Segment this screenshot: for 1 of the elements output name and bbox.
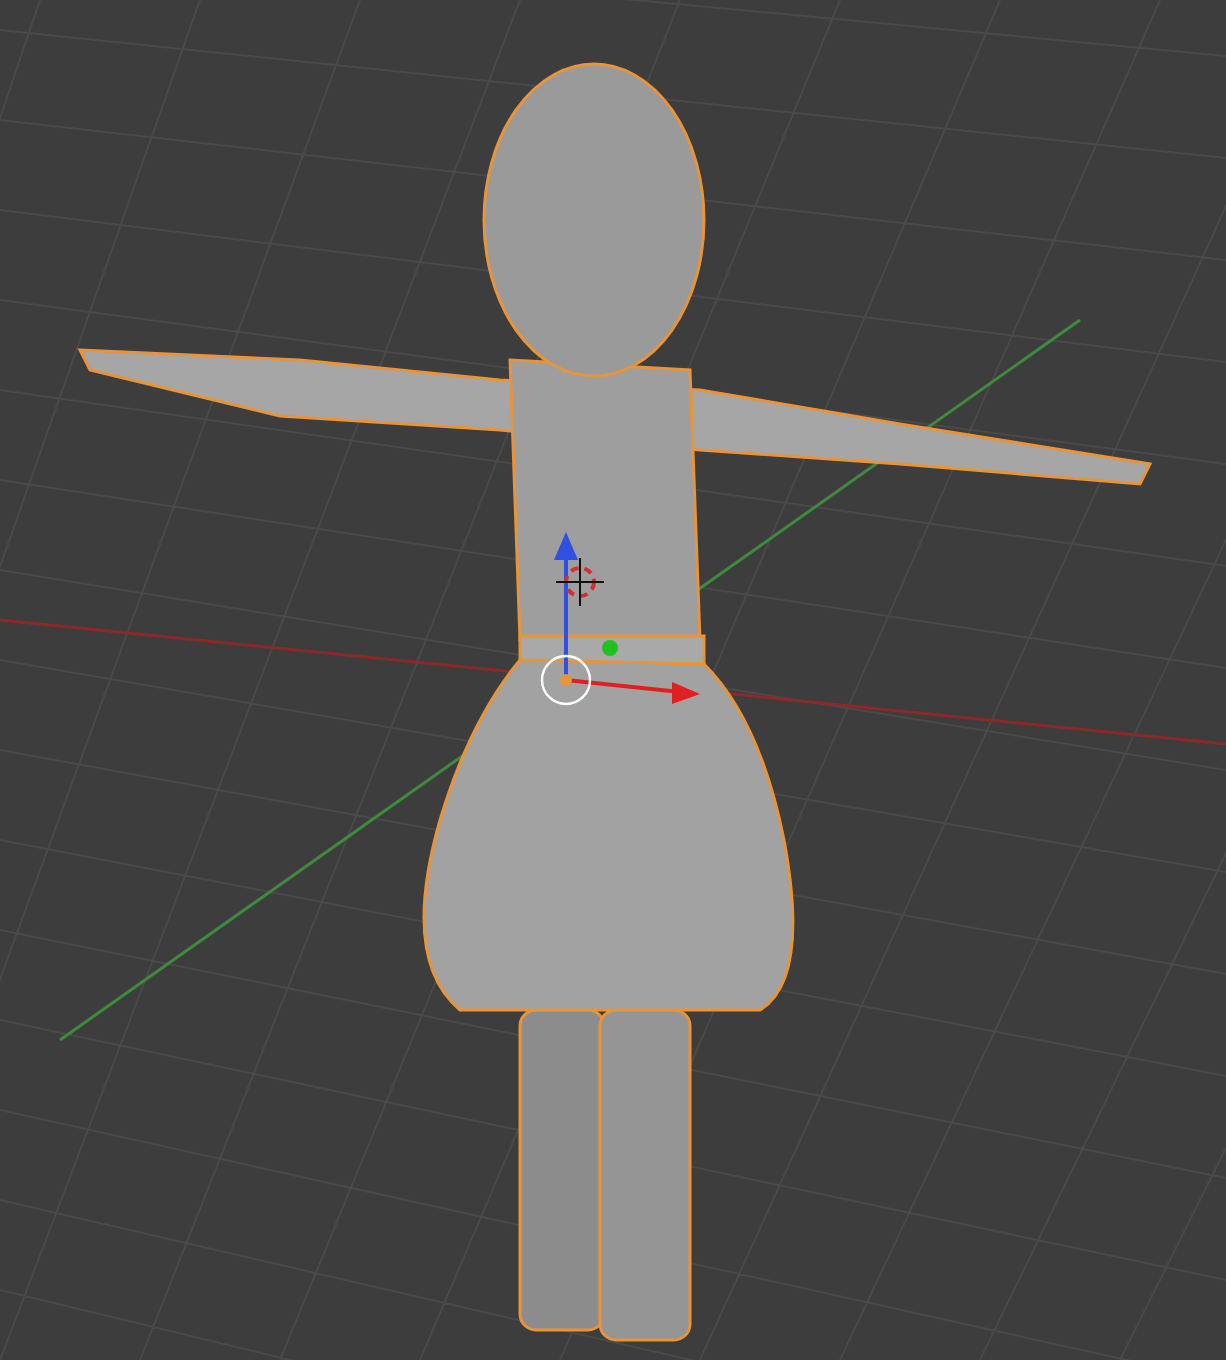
3d-cursor-icon: [555, 557, 605, 607]
